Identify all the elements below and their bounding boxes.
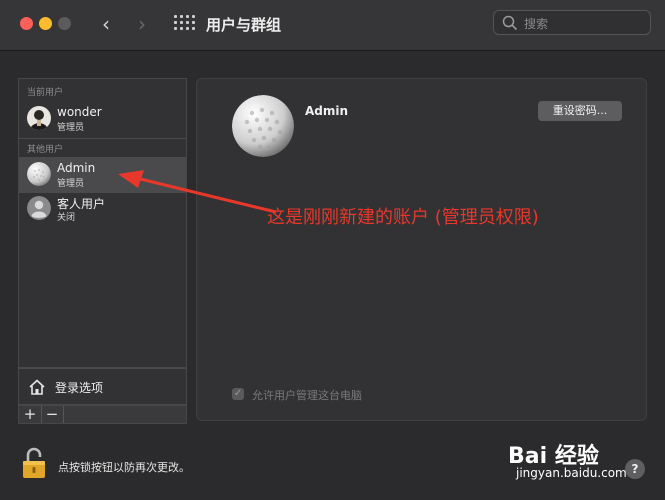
house-icon	[29, 379, 45, 395]
back-chevron-icon[interactable]: ‹	[96, 12, 116, 36]
minimize-window-button[interactable]	[39, 17, 52, 30]
user-detail-panel: Admin 重设密码... ✓ 允许用户管理这台电脑	[196, 78, 647, 421]
login-options-label: 登录选项	[55, 381, 104, 395]
generic-user-icon	[27, 196, 51, 220]
lock-hint-text: 点按锁按钮以防再次更改。	[58, 461, 190, 474]
photo-avatar	[27, 106, 51, 130]
section-divider	[19, 138, 186, 139]
close-window-button[interactable]	[20, 17, 33, 30]
golf-ball-avatar	[27, 162, 51, 186]
reset-password-button[interactable]: 重设密码...	[538, 101, 622, 121]
annotation-text: 这是刚刚新建的账户 (管理员权限)	[267, 207, 539, 228]
title-bar: ‹ › 用户与群组	[0, 0, 665, 51]
add-remove-bar: + −	[18, 405, 187, 424]
user-role: 管理员	[57, 179, 85, 189]
help-button[interactable]: ?	[625, 459, 645, 479]
allow-admin-checkbox[interactable]: ✓	[232, 388, 244, 400]
user-row-wonder[interactable]: wonder 管理员	[19, 101, 186, 137]
search-icon	[502, 15, 518, 31]
user-name: wonder	[57, 105, 102, 119]
lock-icon[interactable]	[22, 447, 46, 479]
allow-admin-label: 允许用户管理这台电脑	[252, 389, 362, 402]
selected-user-name: Admin	[305, 104, 349, 118]
add-user-button[interactable]: +	[19, 406, 42, 423]
user-role: 管理员	[57, 123, 85, 133]
maximize-window-button[interactable]	[58, 17, 71, 30]
user-role: 关闭	[57, 213, 76, 223]
window-title: 用户与群组	[206, 16, 282, 34]
system-preferences-window: ‹ › 用户与群组 当前用户	[0, 0, 665, 500]
current-users-label: 当前用户	[27, 88, 64, 98]
search-field[interactable]	[493, 10, 651, 35]
annotation-arrow	[118, 170, 277, 214]
forward-chevron-icon[interactable]: ›	[132, 12, 152, 36]
user-name: Admin	[57, 161, 96, 175]
other-users-label: 其他用户	[27, 145, 64, 155]
search-input[interactable]	[522, 13, 646, 34]
users-list: 当前用户 wonder 管理员 其他用户 Admin 管理员 客人用户 关闭	[18, 78, 187, 368]
golf-ball-avatar-large[interactable]	[232, 95, 294, 157]
show-all-grid-icon[interactable]	[174, 15, 195, 33]
watermark-url: jingyan.baidu.com	[516, 466, 627, 480]
login-options-button[interactable]: 登录选项	[18, 368, 187, 405]
remove-user-button[interactable]: −	[41, 406, 64, 423]
